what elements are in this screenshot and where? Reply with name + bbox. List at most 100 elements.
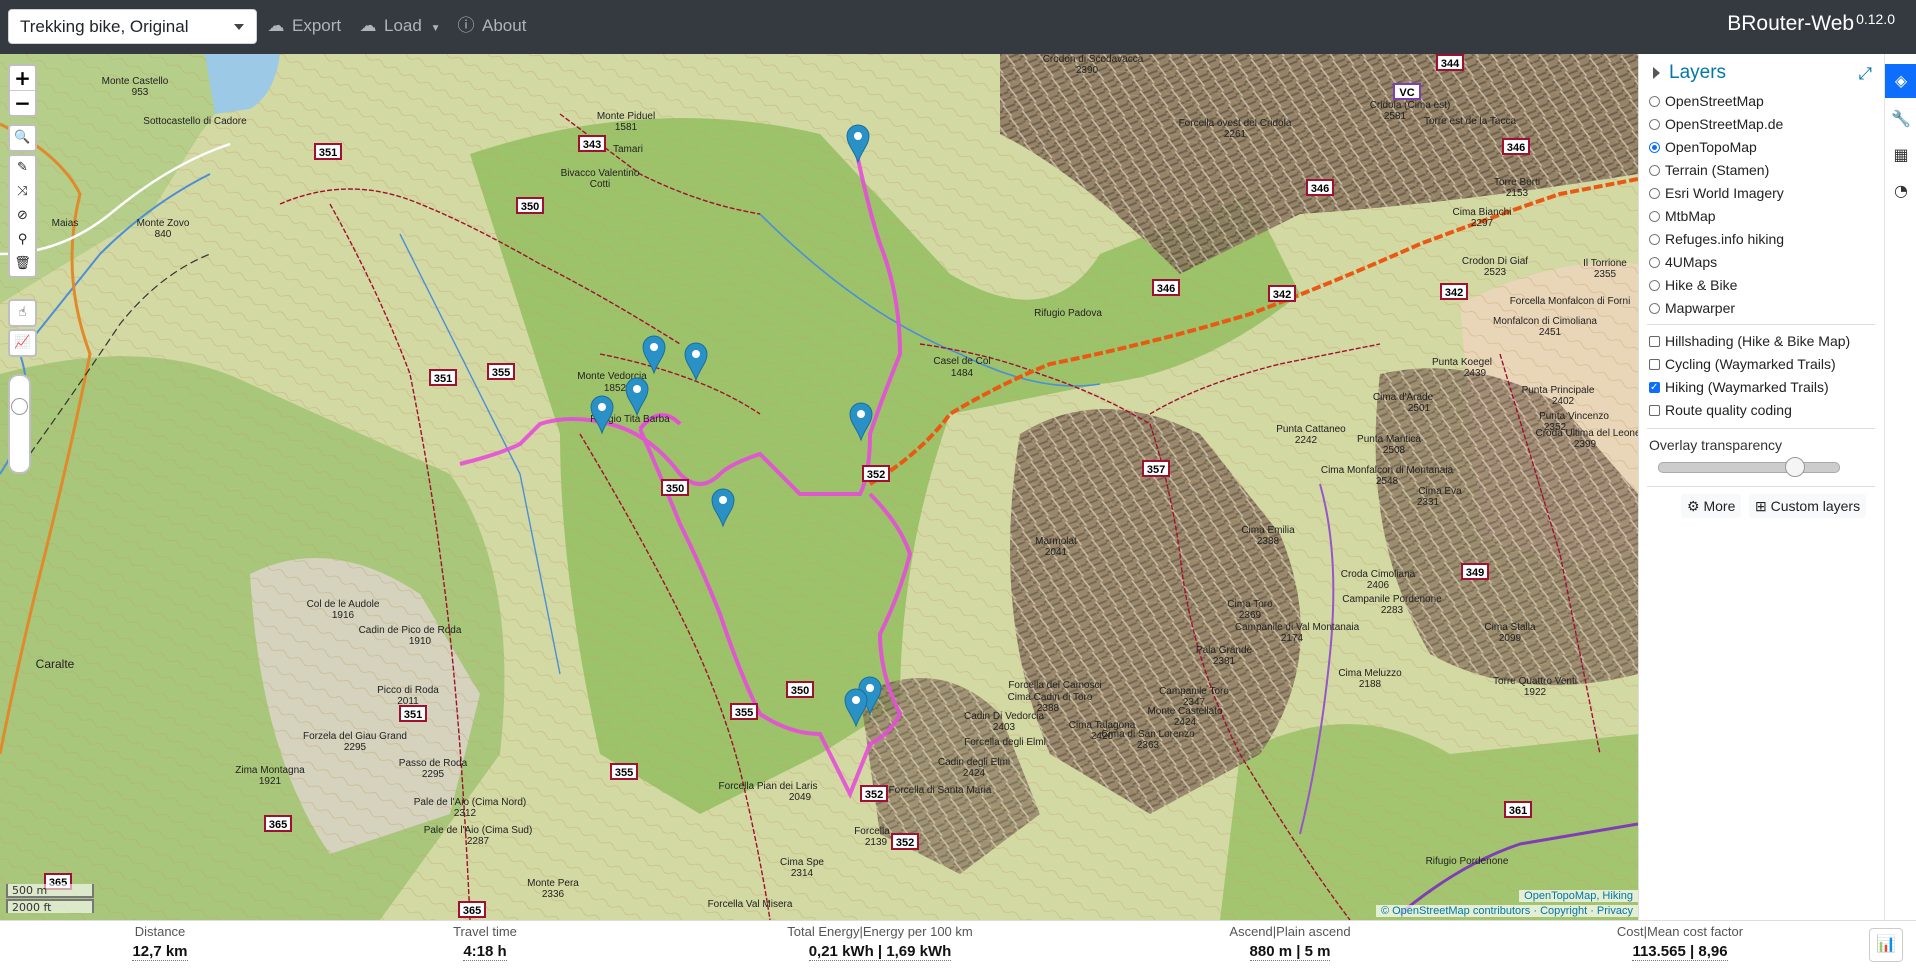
svg-text:Cima Monfalcon di Montanaia: Cima Monfalcon di Montanaia [1321,465,1454,476]
svg-text:Cadin degli Elmi: Cadin degli Elmi [938,757,1010,768]
pie-chart-tab-icon[interactable]: ◔ [1885,174,1916,208]
svg-text:Forcella: Forcella [854,826,890,837]
svg-text:1484: 1484 [951,368,974,379]
radio-button-selected[interactable] [1649,141,1660,153]
svg-text:Cima Cadin di Toro: Cima Cadin di Toro [1008,692,1093,703]
base-layer-option[interactable]: Mapwarper [1649,298,1735,318]
overlay-option[interactable]: Hillshading (Hike & Bike Map) [1649,331,1850,351]
svg-text:Sottocastello di Cadore: Sottocastello di Cadore [143,116,247,127]
svg-text:350: 350 [791,685,809,697]
undo-control: ☝ [8,299,37,327]
opacity-slider-knob[interactable] [11,398,28,415]
radio-button[interactable] [1649,233,1660,245]
radio-button[interactable] [1649,164,1660,176]
svg-text:342: 342 [1445,287,1463,299]
custom-layers-button[interactable]: ⊞ Custom layers [1749,494,1867,518]
svg-text:346: 346 [1311,183,1329,195]
caret-right-icon [1653,66,1660,79]
svg-text:Bivacco Valentino: Bivacco Valentino [561,168,640,179]
overlay-transparency-label: Overlay transparency [1649,437,1783,453]
svg-text:355: 355 [492,367,510,379]
load-button[interactable]: ☁ Load ▼ [358,13,441,39]
radio-button[interactable] [1649,95,1660,107]
checkbox-checked[interactable] [1649,378,1660,398]
svg-text:Campanile Toro: Campanile Toro [1159,686,1229,697]
base-layer-option[interactable]: Esri World Imagery [1649,183,1784,203]
radio-button[interactable] [1649,256,1660,268]
checkbox[interactable] [1649,404,1660,416]
edit-toolbar: ✎ ⤨ ⊘ ⚲ 🗑 [8,154,37,278]
about-button[interactable]: ⓘ About [456,13,527,39]
base-layer-option[interactable]: OpenStreetMap.de [1649,114,1783,134]
base-layer-option[interactable]: Refuges.info hiking [1649,229,1784,249]
checkbox[interactable] [1649,358,1660,370]
table-tab-icon[interactable]: ▦ [1885,138,1916,172]
zoom-in-button[interactable]: + [10,66,35,90]
search-icon[interactable]: 🔍 [10,126,35,150]
attribution-osm[interactable]: © OpenStreetMap contributors · Copyright… [1375,905,1638,917]
layer-label: MtbMap [1665,208,1716,224]
expand-icon[interactable]: ⤢ [1858,64,1872,84]
overlay-option[interactable]: Route quality coding [1649,400,1792,420]
layer-label: 4UMaps [1665,254,1718,270]
svg-text:Punta Koegel: Punta Koegel [1432,357,1492,368]
map-canvas[interactable]: 344 VC 343 346 346 346 351 350 342 342 3… [0,54,1638,920]
chart-line-icon[interactable]: 📈 [10,331,35,355]
radio-button[interactable] [1649,210,1660,222]
svg-text:1852: 1852 [604,383,627,394]
layers-tab-icon[interactable]: ◈ [1885,64,1916,98]
more-button[interactable]: ⚙ More [1681,494,1742,518]
base-layer-option[interactable]: Hike & Bike [1649,275,1737,295]
layer-label: Refuges.info hiking [1665,231,1785,247]
base-layer-option[interactable]: OpenStreetMap [1649,91,1764,111]
svg-text:2331: 2331 [1417,497,1440,508]
svg-text:2049: 2049 [789,792,812,803]
radio-button[interactable] [1649,279,1660,291]
svg-text:2295: 2295 [422,769,445,780]
base-layer-option[interactable]: 4UMaps [1649,252,1717,272]
opacity-slider[interactable] [8,374,31,474]
beeline-icon[interactable]: ⚲ [10,228,35,252]
trash-icon[interactable]: 🗑 [10,252,35,276]
svg-text:2399: 2399 [1574,439,1597,450]
svg-text:Cadin Di Vedorcia: Cadin Di Vedorcia [964,711,1044,722]
layers-sidebar: Layers ⤢ OpenStreetMap OpenStreetMap.de … [1638,54,1884,920]
svg-text:VC: VC [1399,87,1414,99]
slider-knob[interactable] [1785,457,1805,477]
overlay-option[interactable]: Cycling (Waymarked Trails) [1649,354,1836,374]
overlay-transparency-slider[interactable] [1658,457,1840,477]
top-navbar: Trekking bike, Original ☁ Export ☁ Load ▼ … [0,0,1916,54]
svg-text:Cotti: Cotti [590,179,611,190]
svg-text:350: 350 [666,483,684,495]
svg-text:352: 352 [896,837,914,849]
base-layer-option[interactable]: OpenTopoMap [1649,137,1757,157]
radio-button[interactable] [1649,118,1660,130]
layers-title[interactable]: Layers [1653,62,1726,84]
profile-select[interactable]: Trekking bike, Original [8,9,257,44]
svg-text:2261: 2261 [1224,129,1247,140]
wrench-tab-icon[interactable]: 🔧 [1885,102,1916,136]
shuffle-icon[interactable]: ⤨ [10,180,35,204]
svg-text:351: 351 [404,709,422,721]
svg-text:Monte Castello: Monte Castello [102,76,169,87]
radio-button[interactable] [1649,302,1660,314]
svg-text:Cima di San Lorenzo: Cima di San Lorenzo [1101,729,1195,740]
no-go-icon[interactable]: ⊘ [10,204,35,228]
app-version: 0.12.0 [1856,11,1895,27]
svg-text:Caralte: Caralte [36,657,75,671]
radio-button[interactable] [1649,187,1660,199]
chevron-down-icon: ▼ [430,23,441,34]
draw-pencil-icon[interactable]: ✎ [10,156,35,180]
checkbox[interactable] [1649,335,1660,347]
svg-text:2174: 2174 [1281,633,1304,644]
stat-value: 113.565 | 8,96 [1632,943,1728,961]
overlay-option[interactable]: Hiking (Waymarked Trails) [1649,377,1829,398]
zoom-out-button[interactable]: − [10,90,35,115]
attribution-layers[interactable]: OpenTopoMap, Hiking [1519,890,1638,902]
hand-pointer-icon[interactable]: ☝ [10,301,35,325]
svg-text:Forzela del Giau Grand: Forzela del Giau Grand [303,731,407,742]
base-layer-option[interactable]: MtbMap [1649,206,1716,226]
elevation-chart-button[interactable]: 📊 [1869,928,1903,962]
base-layer-option[interactable]: Terrain (Stamen) [1649,160,1769,180]
export-button[interactable]: ☁ Export [266,13,342,39]
